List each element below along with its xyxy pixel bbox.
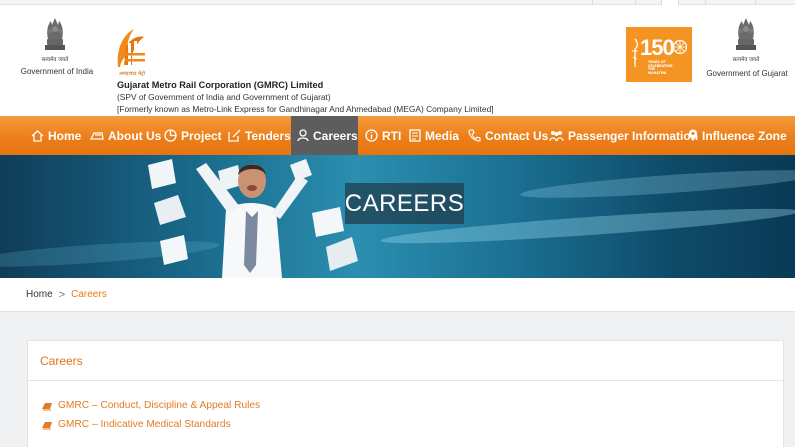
site-header: सत्यमेव जयते Government of India अमदावाद… [0, 5, 795, 116]
nav-item-about-us[interactable]: About Us [90, 116, 161, 155]
nav-item-careers[interactable]: Careers [291, 116, 358, 155]
user-icon [297, 129, 309, 142]
map-pin-icon [689, 129, 697, 141]
gujarat-emblem-icon[interactable] [733, 15, 759, 55]
india-emblem-caption: Government of India [20, 67, 94, 76]
careers-banner: CAREERS [0, 155, 795, 278]
home-icon [31, 129, 44, 142]
passengers-icon [549, 130, 564, 141]
badge-tagline: YEARS OF CELEBRATING THE MAHATMA [648, 60, 673, 75]
pie-chart-icon [164, 129, 177, 142]
careers-panel: Careers GMRC – Conduct, Discipline & App… [27, 340, 784, 447]
logo-hindi-text: अमदावाद मेट्रो [119, 71, 145, 77]
breadcrumb: Home > Careers [0, 278, 795, 312]
breadcrumb-home[interactable]: Home [26, 289, 53, 300]
org-line-1: (SPV of Government of India and Governme… [117, 92, 331, 102]
main-nav: Home About Us Project Tenders Careers RT… [0, 116, 795, 155]
gujarat-motto: सत्यमेव जयते [732, 57, 760, 63]
nav-item-contact-us[interactable]: Contact Us [468, 116, 548, 155]
org-name: Gujarat Metro Rail Corporation (GMRC) Li… [117, 80, 324, 90]
train-icon [90, 131, 104, 140]
nav-label-about-us: About Us [108, 128, 162, 143]
gmrc-logo-icon[interactable] [114, 25, 148, 75]
link-indicative-medical-standards[interactable]: GMRC – Indicative Medical Standards [41, 419, 231, 430]
nav-item-passenger-information[interactable]: Passenger Information [549, 116, 698, 155]
link-conduct-discipline-appeal-rules[interactable]: GMRC – Conduct, Discipline & Appeal Rule… [41, 400, 260, 411]
gujarat-emblem-caption: Government of Gujarat [706, 69, 788, 78]
india-motto: सत्यमेव जयते [41, 57, 69, 63]
page: सत्यमेव जयते Government of India अमदावाद… [0, 0, 795, 447]
breadcrumb-current: Careers [71, 289, 107, 300]
nav-label-contact-us: Contact Us [485, 128, 549, 143]
nav-item-influence-zone[interactable]: Influence Zone [688, 116, 787, 155]
nav-label-rti: RTI [382, 128, 402, 143]
book-icon [42, 402, 52, 410]
badge-number: 150 [640, 35, 675, 60]
breadcrumb-separator: > [58, 288, 66, 301]
india-emblem-icon[interactable] [42, 15, 68, 55]
gandhi-150-badge[interactable]: 150 YEARS OF CELEBRATING THE MAHATMA [626, 27, 692, 82]
edit-icon [228, 129, 241, 142]
nav-label-media: Media [425, 128, 460, 143]
media-icon [409, 129, 421, 142]
nav-item-rti[interactable]: RTI [365, 116, 401, 155]
phone-icon [468, 129, 481, 142]
nav-label-project: Project [181, 128, 222, 143]
nav-item-media[interactable]: Media [409, 116, 459, 155]
nav-label-tenders: Tenders [245, 128, 291, 143]
book-icon [42, 421, 52, 429]
nav-item-project[interactable]: Project [164, 116, 222, 155]
nav-item-tenders[interactable]: Tenders [228, 116, 291, 155]
nav-item-home[interactable]: Home [31, 116, 81, 155]
link-label: GMRC – Indicative Medical Standards [58, 419, 231, 430]
careers-heading: Careers [28, 341, 783, 381]
nav-label-passenger-information: Passenger Information [568, 128, 699, 143]
banner-title-box: CAREERS [345, 183, 464, 224]
org-line-2: [Formerly known as Metro-Link Express fo… [117, 104, 494, 114]
charkha-wheel-icon [672, 39, 688, 55]
link-label: GMRC – Conduct, Discipline & Appeal Rule… [58, 400, 261, 411]
info-icon [365, 129, 378, 142]
nav-label-influence-zone: Influence Zone [702, 128, 787, 143]
banner-title: CAREERS [344, 189, 465, 217]
nav-label-careers: Careers [313, 128, 358, 143]
nav-label-home: Home [48, 128, 82, 143]
